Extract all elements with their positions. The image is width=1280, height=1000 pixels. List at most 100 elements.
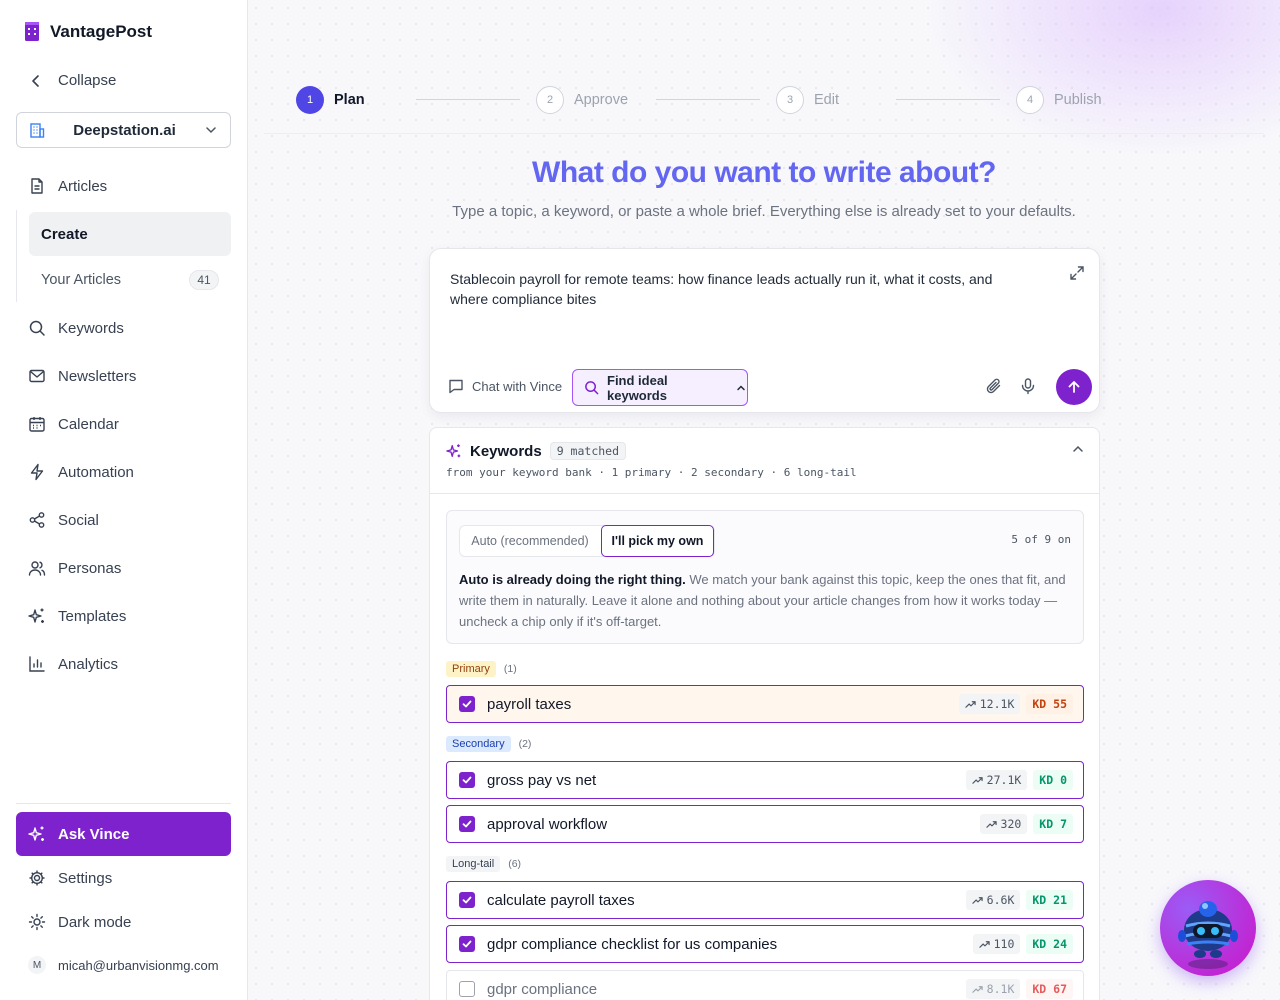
- matched-badge: 9 matched: [549, 442, 627, 460]
- sidebar-divider: [16, 803, 231, 804]
- volume-badge: 6.6K: [965, 890, 1021, 910]
- keyword-label: approval workflow: [487, 815, 608, 833]
- sidebar-item-personas[interactable]: Personas: [28, 556, 121, 580]
- keyword-row[interactable]: calculate payroll taxes 6.6K KD 21: [446, 881, 1084, 919]
- keyword-row[interactable]: gdpr compliance 8.1K KD 67: [446, 970, 1084, 1000]
- main-content: 1 Plan 2 Approve 3 Edit 4 Publish What d…: [248, 0, 1280, 1000]
- kd-badge: KD 55: [1026, 694, 1073, 714]
- mode-auto-option[interactable]: Auto (recommended): [460, 526, 600, 556]
- search-icon: [584, 380, 599, 395]
- find-keywords-button[interactable]: Find ideal keywords: [572, 369, 748, 406]
- chevron-left-icon: [28, 73, 44, 89]
- users-icon: [28, 559, 46, 577]
- sidebar-item-label: Templates: [58, 607, 127, 625]
- step-approve[interactable]: 2 Approve: [536, 86, 628, 114]
- step-label: Edit: [814, 92, 839, 108]
- step-number: 1: [296, 86, 324, 114]
- sidebar-item-label: Personas: [58, 559, 122, 577]
- chevron-up-icon[interactable]: [1071, 442, 1085, 456]
- checkbox[interactable]: [459, 892, 475, 908]
- volume-badge: 8.1K: [965, 979, 1021, 999]
- dark-mode-toggle[interactable]: Dark mode: [28, 910, 131, 934]
- volume-value: 110: [993, 937, 1015, 951]
- topic-input[interactable]: Stablecoin payroll for remote teams: how…: [450, 269, 1030, 309]
- checkbox[interactable]: [459, 772, 475, 788]
- workspace-name: Deepstation.ai: [73, 121, 176, 139]
- keyword-label: calculate payroll taxes: [487, 891, 635, 909]
- sidebar-item-label: Analytics: [58, 655, 119, 673]
- sidebar-item-analytics[interactable]: Analytics: [28, 652, 118, 676]
- sidebar-item-keywords[interactable]: Keywords: [28, 316, 124, 340]
- keyword-row[interactable]: payroll taxes 12.1K KD 55: [446, 685, 1084, 723]
- ask-vince-button[interactable]: Ask Vince: [16, 812, 231, 856]
- sun-icon: [28, 913, 46, 931]
- expand-icon[interactable]: [1069, 265, 1085, 281]
- checkbox[interactable]: [459, 936, 475, 952]
- keyword-row[interactable]: approval workflow 320 KD 7: [446, 805, 1084, 843]
- chat-label: Chat with Vince: [472, 378, 563, 394]
- collapse-button[interactable]: Collapse: [28, 72, 116, 89]
- file-text-icon: [28, 177, 46, 195]
- group-count: (6): [508, 858, 522, 870]
- keyword-row[interactable]: gross pay vs net 27.1K KD 0: [446, 761, 1084, 799]
- sidebar-subitem-create[interactable]: Create: [29, 212, 231, 256]
- ask-vince-label: Ask Vince: [58, 825, 130, 843]
- chat-with-vince-button[interactable]: Chat with Vince: [448, 378, 562, 394]
- sparkles-icon: [28, 825, 46, 843]
- keyword-label: gdpr compliance: [487, 980, 598, 998]
- mode-description-lead: Auto is already doing the right thing.: [459, 572, 686, 587]
- logo-icon: [24, 22, 40, 42]
- sidebar-subitem-your-articles[interactable]: Your Articles 41: [29, 266, 231, 294]
- sidebar-subitem-label: Your Articles: [41, 272, 122, 288]
- step-publish[interactable]: 4 Publish: [1016, 86, 1102, 114]
- settings-button[interactable]: Settings: [28, 866, 112, 890]
- avatar: M: [28, 956, 46, 974]
- mail-icon: [28, 367, 46, 385]
- step-connector: [656, 99, 760, 100]
- sidebar-item-templates[interactable]: Templates: [28, 604, 126, 628]
- mode-own-option[interactable]: I'll pick my own: [601, 525, 714, 557]
- sidebar-item-newsletters[interactable]: Newsletters: [28, 364, 136, 388]
- stepper: 1 Plan 2 Approve 3 Edit 4 Publish: [264, 78, 1264, 134]
- trend-up-icon: [971, 776, 983, 784]
- checkbox[interactable]: [459, 981, 475, 997]
- send-button[interactable]: [1056, 369, 1092, 405]
- topic-composer: Stablecoin payroll for remote teams: how…: [429, 248, 1100, 413]
- paperclip-icon[interactable]: [985, 377, 1003, 395]
- collapse-label: Collapse: [58, 72, 117, 89]
- sidebar-item-articles[interactable]: Articles: [28, 174, 107, 198]
- volume-badge: 27.1K: [965, 770, 1028, 790]
- step-plan[interactable]: 1 Plan: [296, 86, 365, 114]
- checkbox[interactable]: [459, 696, 475, 712]
- primary-tag: Primary: [446, 661, 496, 677]
- keyword-label: gdpr compliance checklist for us compani…: [487, 935, 778, 953]
- workspace-select[interactable]: Deepstation.ai: [16, 112, 231, 148]
- volume-value: 8.1K: [986, 982, 1015, 996]
- group-longtail: Long-tail (6): [446, 856, 521, 872]
- trend-up-icon: [971, 896, 983, 904]
- kd-badge: KD 21: [1026, 890, 1073, 910]
- keywords-header: Keywords 9 matched: [446, 442, 627, 460]
- find-keywords-label: Find ideal keywords: [607, 372, 668, 403]
- search-icon: [28, 319, 46, 337]
- user-menu[interactable]: M micah@urbanvisionmg.com: [28, 956, 219, 974]
- user-email: micah@urbanvisionmg.com: [58, 957, 219, 973]
- keywords-on-count: 5 of 9 on: [1011, 533, 1071, 546]
- sidebar-item-label: Articles: [58, 177, 108, 195]
- sparkles-icon: [446, 443, 462, 459]
- sidebar-item-automation[interactable]: Automation: [28, 460, 134, 484]
- group-secondary: Secondary (2): [446, 736, 531, 752]
- step-connector: [416, 99, 520, 100]
- sidebar-item-social[interactable]: Social: [28, 508, 99, 532]
- volume-value: 12.1K: [979, 697, 1015, 711]
- microphone-icon[interactable]: [1019, 377, 1037, 395]
- dark-mode-label: Dark mode: [58, 913, 132, 931]
- keyword-row[interactable]: gdpr compliance checklist for us compani…: [446, 925, 1084, 963]
- checkbox[interactable]: [459, 816, 475, 832]
- brand[interactable]: VantagePost: [24, 22, 152, 42]
- group-count: (2): [518, 738, 532, 750]
- vince-mascot-button[interactable]: [1160, 880, 1256, 976]
- step-edit[interactable]: 3 Edit: [776, 86, 839, 114]
- sidebar-item-calendar[interactable]: Calendar: [28, 412, 119, 436]
- robot-mascot-icon: [1160, 880, 1256, 976]
